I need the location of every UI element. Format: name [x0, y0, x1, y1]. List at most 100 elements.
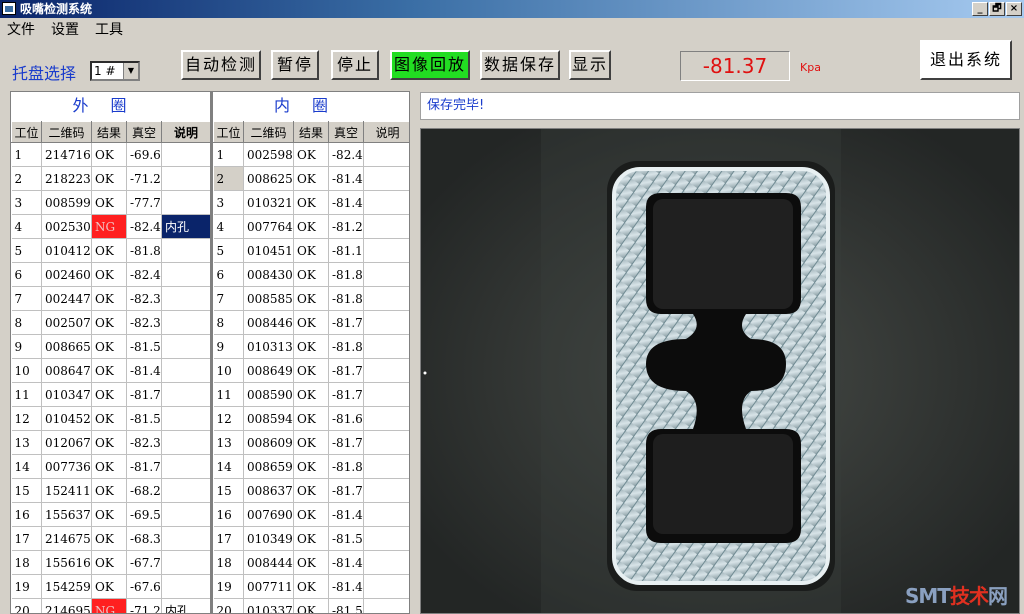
table-cell[interactable]: OK [91, 526, 127, 551]
table-cell[interactable]: 8 [213, 310, 244, 335]
table-cell[interactable] [363, 550, 409, 575]
table-cell[interactable]: -67.6 [126, 574, 162, 599]
table-row[interactable]: 11 008590 OK -81.7 [213, 382, 409, 407]
table-cell[interactable]: 17 [213, 526, 244, 551]
table-cell[interactable]: 008430 [243, 262, 294, 287]
restore-button[interactable]: 🗗 [989, 2, 1005, 16]
table-cell[interactable]: -81.8 [328, 334, 364, 359]
table-cell[interactable]: -81.4 [126, 358, 162, 383]
table-cell[interactable]: 11 [213, 382, 244, 407]
table-row[interactable]: 18 155616 OK -67.7 [11, 550, 211, 575]
table-cell[interactable]: 008599 [41, 190, 92, 215]
table-cell[interactable]: OK [293, 166, 329, 191]
table-cell[interactable]: OK [91, 550, 127, 575]
table-cell[interactable]: OK [91, 430, 127, 455]
table-cell[interactable]: OK [91, 190, 127, 215]
table-cell[interactable]: OK [91, 262, 127, 287]
table-cell[interactable]: 6 [11, 262, 42, 287]
table-row[interactable]: 15 008637 OK -81.7 [213, 478, 409, 503]
table-cell[interactable]: 155637 [41, 502, 92, 527]
table-cell[interactable]: -77.7 [126, 190, 162, 215]
table-row[interactable]: 20 010337 OK -81.5 [213, 598, 409, 613]
table-cell[interactable]: -71.2 [126, 598, 162, 613]
table-cell[interactable]: 007764 [243, 214, 294, 239]
table-cell[interactable]: 012067 [41, 430, 92, 455]
table-cell[interactable]: 008446 [243, 310, 294, 335]
table-cell[interactable] [363, 574, 409, 599]
table-row[interactable]: 8 002507 OK -82.3 [11, 310, 211, 335]
save-data-button[interactable]: 数据保存 [480, 50, 560, 80]
menu-tools[interactable]: 工具 [95, 21, 123, 39]
table-cell[interactable]: -68.3 [126, 526, 162, 551]
table-cell[interactable]: 152411 [41, 478, 92, 503]
table-cell[interactable]: 214675 [41, 526, 92, 551]
exit-system-button[interactable]: 退出系统 [920, 40, 1012, 80]
close-button[interactable]: × [1006, 2, 1022, 16]
table-cell[interactable]: 008665 [41, 334, 92, 359]
image-playback-button[interactable]: 图像回放 [390, 50, 470, 80]
table-row[interactable]: 1 214716 OK -69.6 [11, 142, 211, 167]
table-cell[interactable]: -67.7 [126, 550, 162, 575]
table-row[interactable]: 18 008444 OK -81.4 [213, 550, 409, 575]
table-cell[interactable] [363, 262, 409, 287]
table-row[interactable]: 4 002530 NG -82.4 内孔 [11, 214, 211, 239]
table-cell[interactable]: -81.7 [328, 430, 364, 455]
table-cell[interactable]: -81.4 [328, 574, 364, 599]
table-row[interactable]: 17 214675 OK -68.3 [11, 526, 211, 551]
table-cell[interactable]: -81.4 [328, 166, 364, 191]
table-cell[interactable]: 002447 [41, 286, 92, 311]
table-cell[interactable]: 010451 [243, 238, 294, 263]
table-cell[interactable]: 008444 [243, 550, 294, 575]
table-row[interactable]: 1 002598 OK -82.4 [213, 142, 409, 167]
table-cell[interactable]: -81.4 [328, 550, 364, 575]
table-cell[interactable]: 18 [213, 550, 244, 575]
table-cell[interactable]: 12 [11, 406, 42, 431]
tray-select[interactable]: 1 # ▼ [90, 61, 140, 81]
table-cell[interactable] [363, 286, 409, 311]
column-header[interactable]: 结果 [293, 121, 329, 143]
table-cell[interactable] [161, 310, 211, 335]
table-row[interactable]: 15 152411 OK -68.2 [11, 478, 211, 503]
table-cell[interactable]: OK [293, 454, 329, 479]
table-cell[interactable] [161, 478, 211, 503]
table-cell[interactable]: -81.5 [126, 406, 162, 431]
table-cell[interactable]: 218223 [41, 166, 92, 191]
table-cell[interactable]: -82.4 [328, 142, 364, 167]
table-cell[interactable]: 4 [11, 214, 42, 239]
table-cell[interactable]: 2 [11, 166, 42, 191]
table-row[interactable]: 17 010349 OK -81.5 [213, 526, 409, 551]
table-cell[interactable] [363, 526, 409, 551]
table-cell[interactable]: OK [293, 430, 329, 455]
table-cell[interactable]: OK [91, 334, 127, 359]
table-cell[interactable]: 内孔 [161, 598, 211, 613]
table-cell[interactable]: OK [293, 214, 329, 239]
table-cell[interactable] [161, 286, 211, 311]
table-cell[interactable]: 002598 [243, 142, 294, 167]
column-header[interactable]: 结果 [91, 121, 127, 143]
table-row[interactable]: 7 002447 OK -82.3 [11, 286, 211, 311]
table-cell[interactable]: OK [91, 310, 127, 335]
table-cell[interactable]: 16 [11, 502, 42, 527]
table-cell[interactable] [363, 166, 409, 191]
table-cell[interactable]: -82.4 [126, 262, 162, 287]
display-button[interactable]: 显示 [569, 50, 611, 80]
minimize-button[interactable]: _ [972, 2, 988, 16]
table-row[interactable]: 5 010412 OK -81.8 [11, 238, 211, 263]
table-cell[interactable]: -81.7 [328, 310, 364, 335]
table-cell[interactable]: 010337 [243, 598, 294, 613]
table-cell[interactable]: 007690 [243, 502, 294, 527]
table-cell[interactable]: OK [293, 358, 329, 383]
table-cell[interactable] [161, 190, 211, 215]
table-cell[interactable]: 5 [213, 238, 244, 263]
table-row[interactable]: 9 008665 OK -81.5 [11, 334, 211, 359]
table-cell[interactable]: -81.8 [126, 238, 162, 263]
table-cell[interactable] [363, 382, 409, 407]
table-row[interactable]: 19 007711 OK -81.4 [213, 574, 409, 599]
table-cell[interactable]: 002460 [41, 262, 92, 287]
column-header[interactable]: 真空 [126, 121, 162, 143]
table-cell[interactable]: 4 [213, 214, 244, 239]
table-cell[interactable]: -82.3 [126, 286, 162, 311]
chevron-down-icon[interactable]: ▼ [123, 63, 138, 79]
table-cell[interactable]: -68.2 [126, 478, 162, 503]
table-cell[interactable]: 154259 [41, 574, 92, 599]
